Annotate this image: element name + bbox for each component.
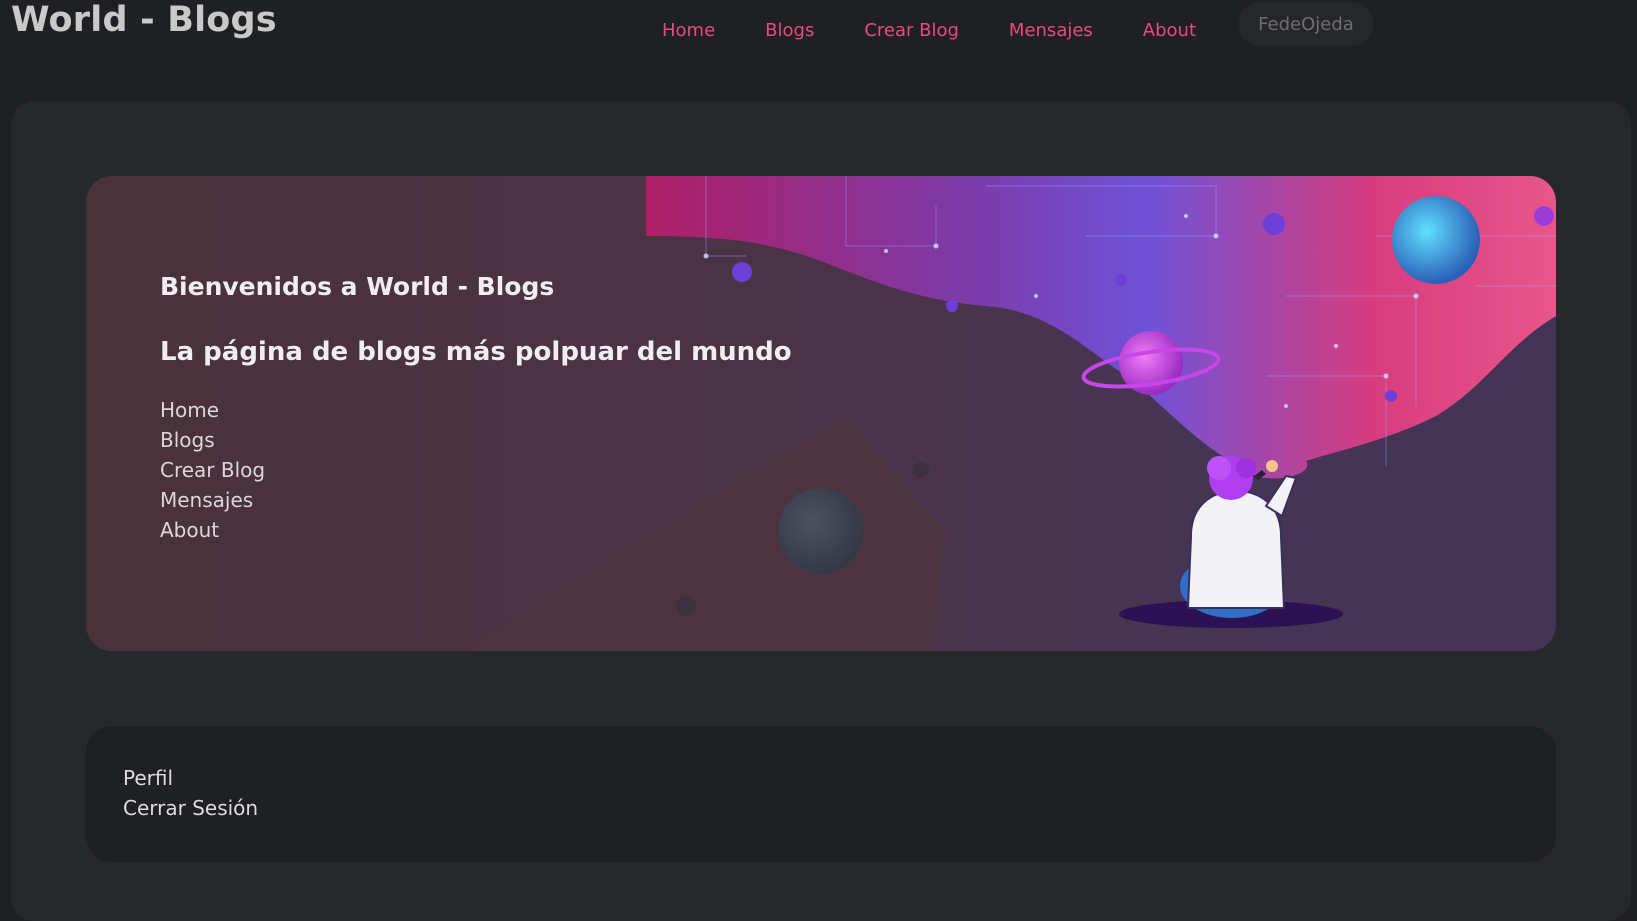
user-menu-button[interactable]: FedeOjeda [1238,2,1374,46]
account-link-list: Perfil Cerrar Sesión [123,763,258,823]
site-logo-title[interactable]: World - Blogs [11,0,277,40]
logout-link[interactable]: Cerrar Sesión [123,793,258,823]
nav-link-home[interactable]: Home [662,20,715,41]
hero-subtitle: La página de blogs más polpuar del mundo [160,337,792,367]
hero-text-block: Bienvenidos a World - Blogs La página de… [160,272,792,545]
nav-link-crear-blog[interactable]: Crear Blog [864,20,959,41]
hero-title: Bienvenidos a World - Blogs [160,272,555,301]
hero-link-list: Home Blogs Crear Blog Mensajes About [160,395,792,545]
nav-link-about[interactable]: About [1143,20,1196,41]
profile-link[interactable]: Perfil [123,763,258,793]
top-navbar: World - Blogs Home Blogs Crear Blog Mens… [0,0,1637,80]
hero-link-home[interactable]: Home [160,395,792,425]
hero-link-crear-blog[interactable]: Crear Blog [160,455,792,485]
account-card: Perfil Cerrar Sesión [86,726,1556,862]
hero-link-blogs[interactable]: Blogs [160,425,792,455]
nav-link-mensajes[interactable]: Mensajes [1009,20,1093,41]
hero-link-about[interactable]: About [160,515,792,545]
hero-banner: Bienvenidos a World - Blogs La página de… [86,176,1556,651]
top-nav-links: Home Blogs Crear Blog Mensajes About [662,18,1246,42]
nav-link-blogs[interactable]: Blogs [765,20,814,41]
hero-link-mensajes[interactable]: Mensajes [160,485,792,515]
